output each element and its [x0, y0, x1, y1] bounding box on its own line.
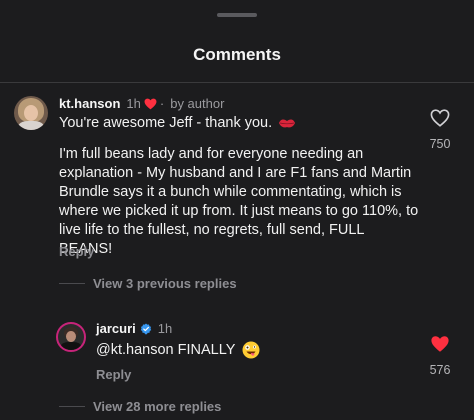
like-count: 750: [429, 137, 451, 151]
separator-dot: ·: [159, 96, 165, 111]
view-more-replies-button[interactable]: View 28 more replies: [59, 399, 221, 414]
sheet-title: Comments: [193, 45, 281, 64]
author-liked-heart-icon: [144, 98, 157, 109]
comment-text: You're awesome Jeff - thank you.: [59, 114, 419, 133]
zany-face-emoji-icon: [242, 341, 260, 359]
comment-paragraph-2: I'm full beans lady and for everyone nee…: [59, 146, 419, 257]
heart-outline-icon[interactable]: [430, 109, 450, 127]
comment-username[interactable]: kt.hanson: [59, 96, 120, 111]
reply-button[interactable]: Reply: [59, 244, 94, 259]
comment-paragraph-1: You're awesome Jeff - thank you.: [59, 115, 273, 131]
view-more-replies-label: View 28 more replies: [93, 399, 222, 414]
reply-text: @kt.hanson FINALLY: [96, 342, 236, 358]
drag-handle[interactable]: [217, 13, 257, 17]
reply-body: @kt.hanson FINALLY: [96, 341, 260, 360]
reply-time: 1h: [157, 321, 173, 336]
reply-like: 576: [420, 335, 460, 377]
reply-to-reply-button[interactable]: Reply: [96, 367, 131, 382]
comment-like: 750: [420, 109, 460, 151]
heart-filled-icon[interactable]: [430, 335, 450, 353]
reply-avatar[interactable]: [56, 322, 86, 352]
comment-body: You're awesome Jeff - thank you. I'm ful…: [59, 114, 419, 271]
view-previous-replies-button[interactable]: View 3 previous replies: [59, 276, 237, 291]
thread-line: [59, 406, 85, 407]
view-previous-replies-label: View 3 previous replies: [93, 276, 237, 291]
header-divider: [0, 82, 474, 83]
thread-line: [59, 283, 85, 284]
comment-time: 1h: [126, 96, 141, 111]
kiss-lips-emoji-icon: [279, 119, 296, 128]
avatar[interactable]: [14, 96, 48, 130]
comment-header: kt.hanson 1h · by author: [59, 96, 224, 111]
verified-badge-icon: [140, 323, 151, 334]
reply-header: jarcuri 1h: [96, 321, 172, 336]
reply-like-count: 576: [429, 363, 451, 377]
by-author-badge: by author: [170, 96, 225, 111]
reply-username[interactable]: jarcuri: [96, 321, 136, 336]
